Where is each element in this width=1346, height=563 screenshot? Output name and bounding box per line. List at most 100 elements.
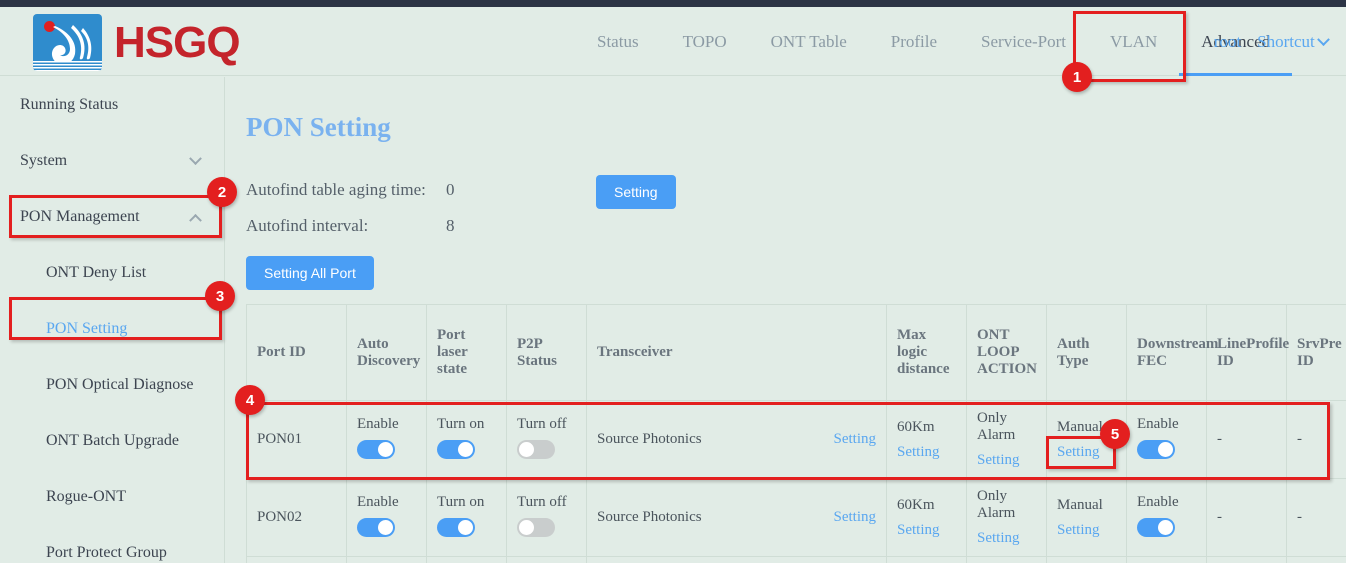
auth-type-setting-link[interactable]: Setting (1057, 522, 1100, 538)
main-content: PON Setting Autofind table aging time: 0… (226, 77, 1346, 563)
cell-line-profile-id: - (1207, 479, 1287, 557)
cell-downstream-fec: Enable (1127, 479, 1207, 557)
logo-stripes (33, 61, 102, 71)
cell-port-laser-state: Turn on (427, 479, 507, 557)
transceiver-value: Source Photonics (597, 509, 702, 526)
toggle-label: Enable (1137, 416, 1196, 433)
transceiver-setting-link[interactable]: Setting (833, 509, 876, 526)
port-laser-toggle[interactable] (437, 518, 475, 537)
annotation-badge-2: 2 (207, 177, 237, 207)
p2p-status-toggle[interactable] (517, 440, 555, 459)
hsgq-logo-icon (33, 14, 102, 71)
field-value: 8 (446, 216, 596, 236)
sidebar-item-ont-deny-list[interactable]: ONT Deny List (0, 245, 224, 301)
toggle-label: Turn off (517, 416, 576, 433)
user-area: root Shortcut (1214, 7, 1328, 76)
cell-port-id: PON01 (247, 401, 347, 479)
transceiver-value: Source Photonics (597, 431, 702, 448)
sidebar-item-system[interactable]: System (0, 133, 224, 189)
sidebar-item-running-status[interactable]: Running Status (0, 77, 224, 133)
nav-item-vlan[interactable]: VLAN (1088, 7, 1179, 76)
max-logic-distance-setting-link[interactable]: Setting (897, 522, 940, 538)
column-header-auto-discovery: Auto Discovery (347, 305, 427, 401)
cell-line-profile-id (1207, 557, 1287, 563)
cell-auto-discovery: Enable (347, 479, 427, 557)
sidebar-item-label: Rogue-ONT (46, 488, 126, 506)
cell-srv-pre-id: - (1287, 401, 1346, 479)
transceiver-setting-link[interactable]: Setting (833, 431, 876, 448)
sidebar-item-label: Running Status (20, 96, 118, 114)
cell-port-laser-state (427, 557, 507, 563)
downstream-fec-toggle[interactable] (1137, 518, 1175, 537)
current-user[interactable]: root (1214, 32, 1241, 52)
field-value: 0 (446, 180, 596, 200)
toggle-knob (458, 442, 473, 457)
cell-line-profile-id: - (1207, 401, 1287, 479)
ont-loop-action-setting-link[interactable]: Setting (977, 452, 1020, 468)
sidebar-item-pon-setting[interactable]: PON Setting (0, 301, 224, 357)
chevron-down-icon (189, 152, 202, 165)
annotation-badge-5: 5 (1100, 419, 1130, 449)
p2p-status-toggle[interactable] (517, 518, 555, 537)
setting-button[interactable]: Setting (596, 175, 676, 209)
brand-name: HSGQ (114, 18, 240, 68)
ont-loop-action-value: Only Alarm (977, 410, 1036, 444)
toggle-label: Turn off (517, 494, 576, 511)
main-nav: Status TOPO ONT Table Profile Service-Po… (575, 7, 1292, 76)
cell-ont-loop-action (967, 557, 1047, 563)
column-header-port-laser-state: Port laser state (427, 305, 507, 401)
downstream-fec-toggle[interactable] (1137, 440, 1175, 459)
autofind-interval-row: Autofind interval: 8 (246, 216, 596, 236)
toggle-knob (519, 520, 534, 535)
brand-logo[interactable]: HSGQ (33, 14, 240, 71)
auth-type-setting-link[interactable]: Setting (1057, 444, 1100, 460)
sidebar-item-label: ONT Deny List (46, 264, 146, 282)
column-header-p2p-status: P2P Status (507, 305, 587, 401)
nav-item-ont-table[interactable]: ONT Table (749, 7, 869, 76)
auto-discovery-toggle[interactable] (357, 440, 395, 459)
max-logic-distance-setting-link[interactable]: Setting (897, 444, 940, 460)
autofind-aging-time-row: Autofind table aging time: 0 (246, 180, 596, 200)
column-header-downstream-fec: Downstream FEC (1127, 305, 1207, 401)
cell-srv-pre-id: - (1287, 479, 1346, 557)
toggle-knob (458, 520, 473, 535)
sidebar-item-pon-optical-diagnose[interactable]: PON Optical Diagnose (0, 357, 224, 413)
cell-port-laser-state: Turn on (427, 401, 507, 479)
sidebar-item-label: PON Setting (46, 320, 127, 338)
nav-item-topo[interactable]: TOPO (661, 7, 749, 76)
sidebar-item-pon-management[interactable]: PON Management (0, 189, 224, 245)
cell-downstream-fec: Enable (1127, 401, 1207, 479)
toggle-knob (1158, 520, 1173, 535)
chevron-down-icon (1317, 33, 1330, 46)
ont-loop-action-setting-link[interactable]: Setting (977, 530, 1020, 546)
ont-loop-action-value: Only Alarm (977, 488, 1036, 522)
page-title: PON Setting (246, 112, 391, 143)
sidebar-item-port-protect-group[interactable]: Port Protect Group (0, 525, 224, 563)
sidebar-item-label: Port Protect Group (46, 544, 167, 562)
cell-downstream-fec (1127, 557, 1207, 563)
cell-max-logic-distance: 60Km Setting (887, 479, 967, 557)
cell-auth-type: Manual Setting (1047, 479, 1127, 557)
toggle-label: Turn on (437, 494, 496, 511)
table-header-row: Port ID Auto Discovery Port laser state … (247, 305, 1346, 401)
column-header-max-logic-distance: Max logic distance (887, 305, 967, 401)
shortcut-menu[interactable]: Shortcut (1257, 32, 1328, 52)
sidebar: Running Status System PON Management ONT… (0, 77, 225, 563)
toggle-knob (378, 520, 393, 535)
nav-item-profile[interactable]: Profile (869, 7, 959, 76)
port-laser-toggle[interactable] (437, 440, 475, 459)
sidebar-item-label: ONT Batch Upgrade (46, 432, 179, 450)
toggle-label: Enable (1137, 494, 1196, 511)
nav-item-status[interactable]: Status (575, 7, 661, 76)
cell-max-logic-distance: 60Km Setting (887, 401, 967, 479)
auto-discovery-toggle[interactable] (357, 518, 395, 537)
setting-all-port-button[interactable]: Setting All Port (246, 256, 374, 290)
table-row: PON01 Enable Turn on Turn off Source Pho… (247, 401, 1346, 479)
toggle-label: Turn on (437, 416, 496, 433)
cell-transceiver (587, 557, 887, 563)
cell-port-id (247, 557, 347, 563)
sidebar-item-ont-batch-upgrade[interactable]: ONT Batch Upgrade (0, 413, 224, 469)
cell-transceiver: Source Photonics Setting (587, 401, 887, 479)
sidebar-item-rogue-ont[interactable]: Rogue-ONT (0, 469, 224, 525)
column-header-line-profile-id: LineProfile ID (1207, 305, 1287, 401)
